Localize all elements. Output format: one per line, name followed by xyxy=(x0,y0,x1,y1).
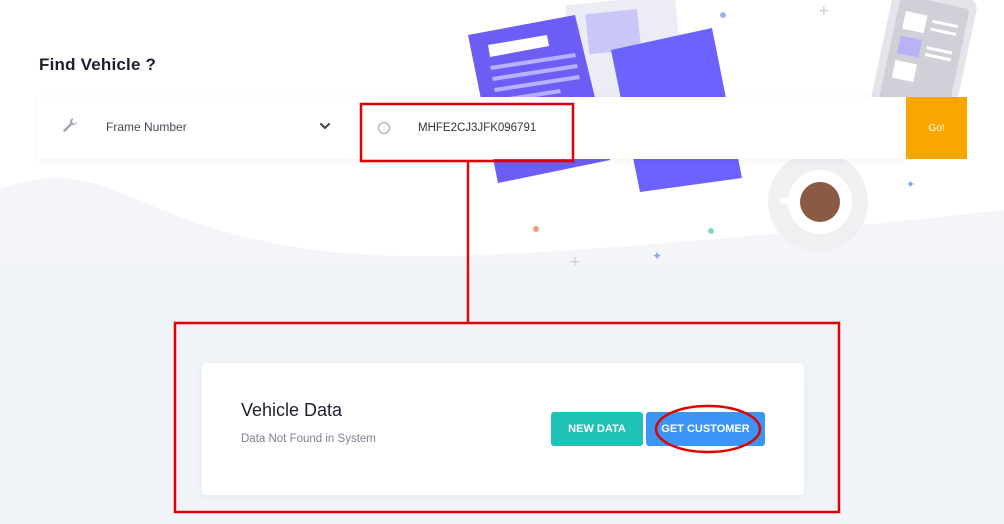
svg-text:+: + xyxy=(569,254,581,270)
go-button[interactable]: Go! xyxy=(906,97,967,159)
frame-number-input[interactable] xyxy=(418,120,898,136)
svg-text:✦: ✦ xyxy=(652,249,662,263)
filter-select[interactable]: Frame Number xyxy=(106,120,187,134)
page-title: Find Vehicle ? xyxy=(39,55,157,74)
svg-text:+: + xyxy=(818,3,830,19)
vehicle-data-title: Vehicle Data xyxy=(241,400,343,420)
svg-text:✦: ✦ xyxy=(906,178,915,191)
new-data-button[interactable]: NEW DATA xyxy=(551,412,643,446)
radio-circle-icon[interactable] xyxy=(378,122,390,134)
chevron-down-icon[interactable] xyxy=(318,119,332,133)
get-customer-button[interactable]: GET CUSTOMER xyxy=(646,412,765,446)
vehicle-data-status: Data Not Found in System xyxy=(241,433,376,445)
wrench-icon xyxy=(63,118,77,132)
